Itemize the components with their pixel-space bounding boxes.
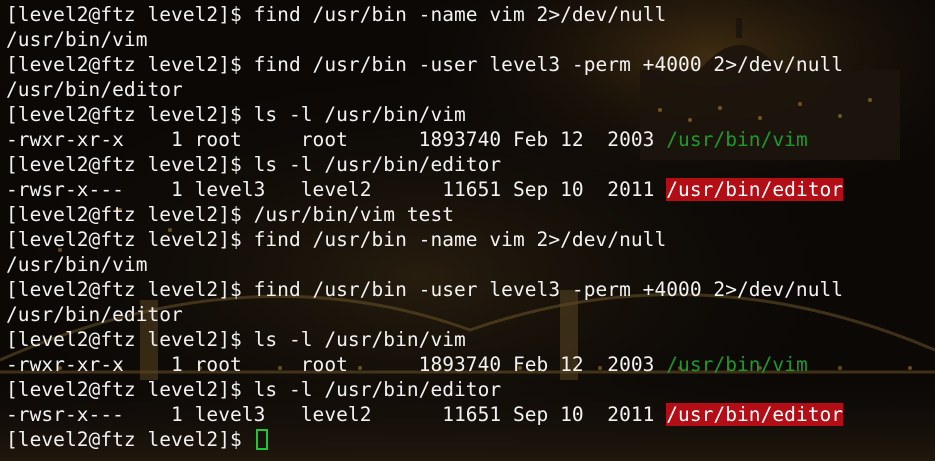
command-line: [level2@ftz level2]$ ls -l /usr/bin/vim <box>6 327 935 352</box>
file-listing-details: -rwxr-xr-x 1 root root 1893740 Feb 12 20… <box>6 128 667 151</box>
file-listing-details: -rwxr-xr-x 1 root root 1893740 Feb 12 20… <box>6 353 667 376</box>
file-path-setuid: /usr/bin/editor <box>666 403 844 426</box>
text-cursor[interactable] <box>255 429 268 450</box>
command-text: [level2@ftz level2]$ ls -l /usr/bin/vim <box>6 103 466 126</box>
output-line: /usr/bin/editor <box>6 77 935 102</box>
command-line: [level2@ftz level2]$ find /usr/bin -name… <box>6 227 935 252</box>
command-text: [level2@ftz level2]$ find /usr/bin -user… <box>6 53 844 76</box>
output-line: /usr/bin/vim <box>6 27 935 52</box>
command-text: [level2@ftz level2]$ ls -l /usr/bin/vim <box>6 328 466 351</box>
command-line: [level2@ftz level2]$ ls -l /usr/bin/vim <box>6 102 935 127</box>
command-line: [level2@ftz level2]$ find /usr/bin -name… <box>6 2 935 27</box>
command-text: [level2@ftz level2]$ /usr/bin/vim test <box>6 203 455 226</box>
file-listing-details: -rwsr-x--- 1 level3 level2 11651 Sep 10 … <box>6 178 667 201</box>
file-listing-line: -rwxr-xr-x 1 root root 1893740 Feb 12 20… <box>6 352 935 377</box>
file-listing-line: -rwsr-x--- 1 level3 level2 11651 Sep 10 … <box>6 402 935 427</box>
file-listing-line: -rwsr-x--- 1 level3 level2 11651 Sep 10 … <box>6 177 935 202</box>
terminal-output: [level2@ftz level2]$ find /usr/bin -name… <box>6 2 935 452</box>
command-line: [level2@ftz level2]$ ls -l /usr/bin/edit… <box>6 152 935 177</box>
command-text: [level2@ftz level2]$ find /usr/bin -name… <box>6 3 667 26</box>
output-text: /usr/bin/editor <box>6 78 183 101</box>
file-path-executable: /usr/bin/vim <box>666 353 808 376</box>
prompt-text: [level2@ftz level2]$ <box>6 428 254 451</box>
file-path-setuid: /usr/bin/editor <box>666 178 844 201</box>
command-line: [level2@ftz level2]$ ls -l /usr/bin/edit… <box>6 377 935 402</box>
output-text: /usr/bin/vim <box>6 253 148 276</box>
command-line: [level2@ftz level2]$ find /usr/bin -user… <box>6 277 935 302</box>
command-text: [level2@ftz level2]$ ls -l /usr/bin/edit… <box>6 153 502 176</box>
output-text: /usr/bin/editor <box>6 303 183 326</box>
output-line: /usr/bin/vim <box>6 252 935 277</box>
terminal-window[interactable]: [level2@ftz level2]$ find /usr/bin -name… <box>0 0 935 461</box>
command-text: [level2@ftz level2]$ ls -l /usr/bin/edit… <box>6 378 502 401</box>
file-listing-details: -rwsr-x--- 1 level3 level2 11651 Sep 10 … <box>6 403 667 426</box>
command-text: [level2@ftz level2]$ find /usr/bin -user… <box>6 278 844 301</box>
file-path-executable: /usr/bin/vim <box>666 128 808 151</box>
output-text: /usr/bin/vim <box>6 28 148 51</box>
command-text: [level2@ftz level2]$ find /usr/bin -name… <box>6 228 667 251</box>
command-line: [level2@ftz level2]$ find /usr/bin -user… <box>6 52 935 77</box>
active-prompt-line[interactable]: [level2@ftz level2]$ <box>6 427 935 452</box>
command-line: [level2@ftz level2]$ /usr/bin/vim test <box>6 202 935 227</box>
file-listing-line: -rwxr-xr-x 1 root root 1893740 Feb 12 20… <box>6 127 935 152</box>
output-line: /usr/bin/editor <box>6 302 935 327</box>
